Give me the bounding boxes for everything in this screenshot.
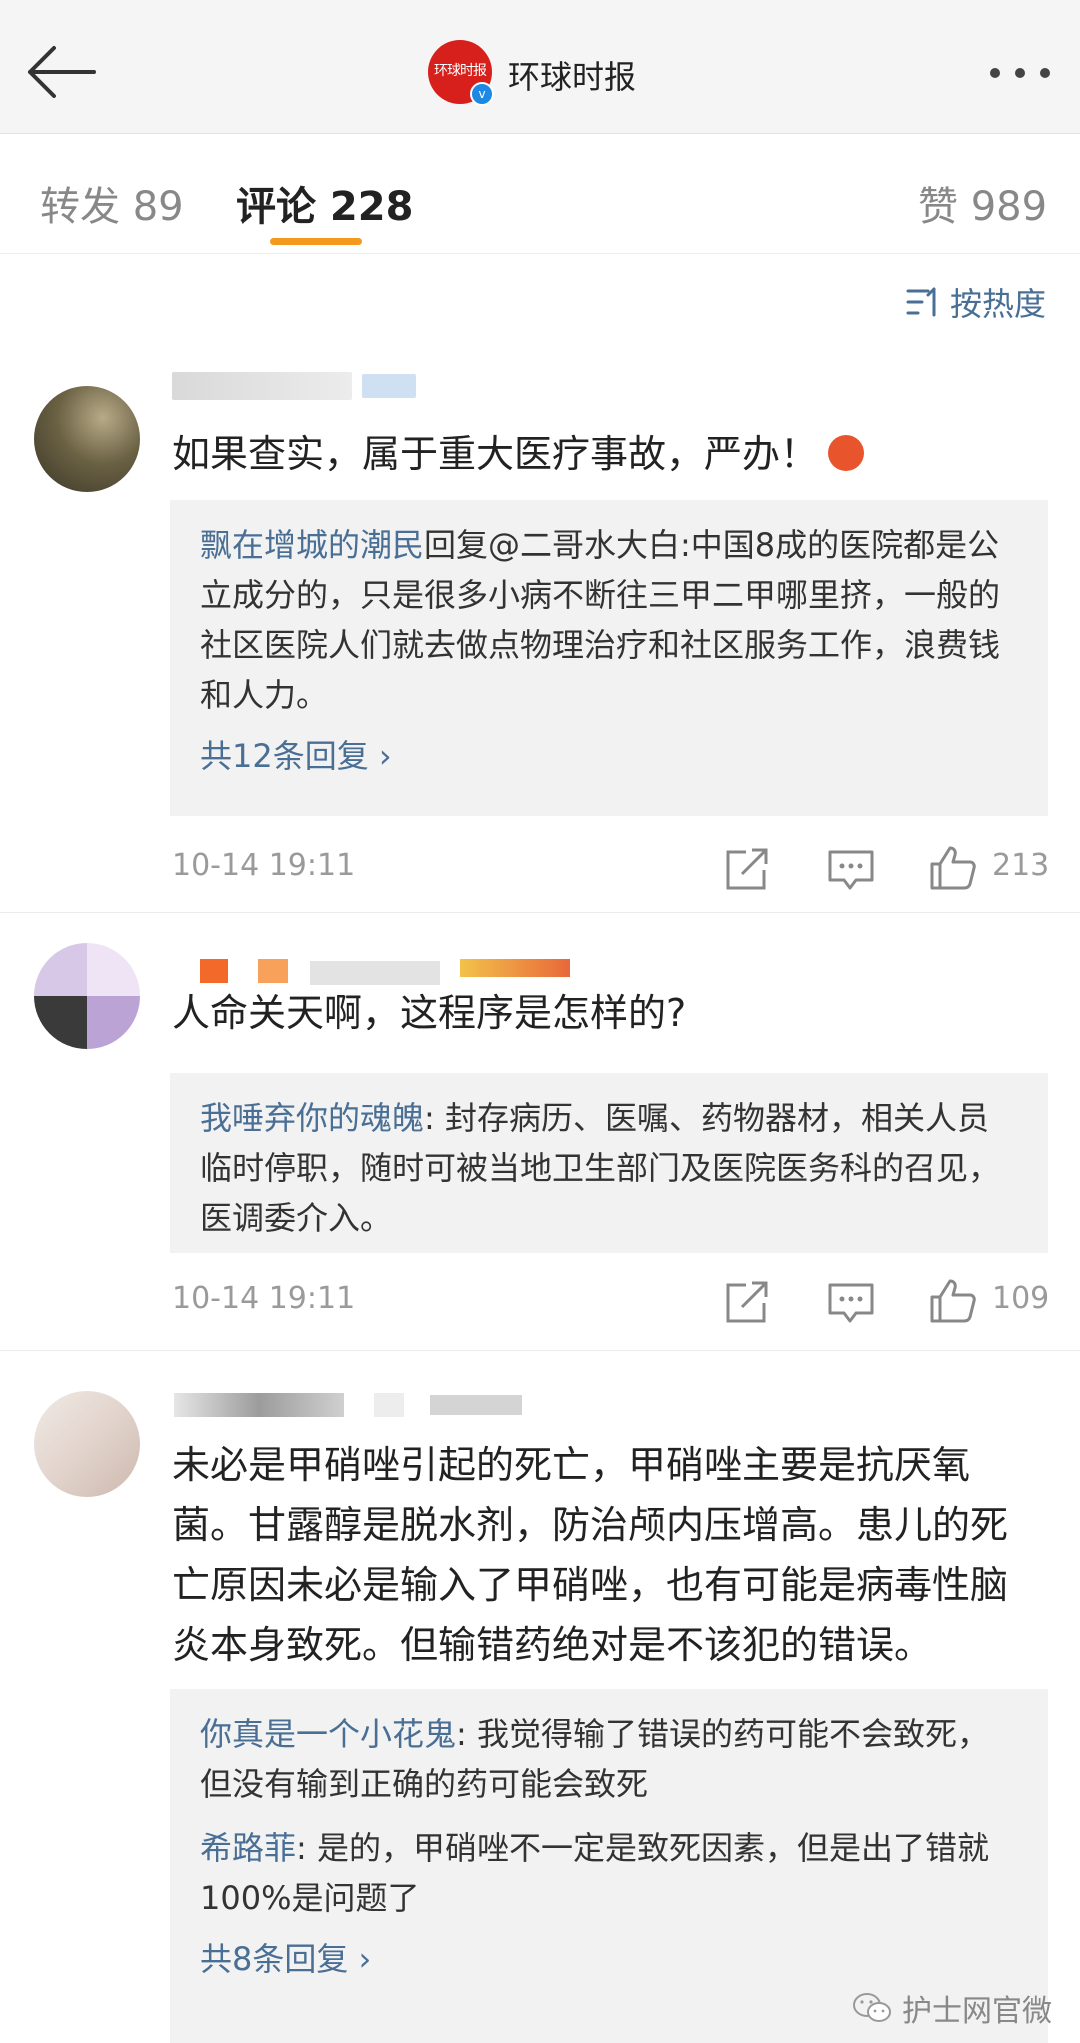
back-arrow-icon[interactable] [24, 42, 96, 102]
view-more-replies-link[interactable]: 共12条回复 › [200, 730, 392, 782]
repost-icon[interactable] [722, 1277, 772, 1327]
tab-likes[interactable]: 赞 989 [918, 174, 1047, 232]
reply-username[interactable]: 你真是一个小花鬼 [200, 1715, 456, 1753]
reply-item: 我唾弃你的魂魄: 封存病历、医嘱、药物器材，相关人员临时停职，随时可被当地卫生部… [200, 1093, 1020, 1243]
like-count: 213 [992, 848, 1050, 883]
like-count: 109 [992, 1281, 1050, 1316]
watermark: 护士网官微 [852, 1986, 1052, 2030]
reply-username[interactable]: 飘在增城的潮民 [200, 526, 424, 564]
comment-item: 人命关天啊，这程序是怎样的? 我唾弃你的魂魄: 封存病历、医嘱、药物器材，相关人… [0, 913, 1080, 1350]
commenter-name-redacted [430, 1395, 522, 1415]
sort-label: 按热度 [949, 285, 1046, 323]
comment-icon[interactable] [826, 1277, 876, 1327]
commenter-name-redacted[interactable] [174, 1393, 344, 1417]
comment-time: 10-14 19:11 [172, 1281, 356, 1316]
user-badge [362, 374, 416, 398]
tab-comments[interactable]: 评论 228 [236, 174, 413, 232]
commenter-name-redacted[interactable] [200, 959, 228, 983]
reply-item: 飘在增城的潮民回复@二哥水大白:中国8成的医院都是公立成分的，只是很多小病不断往… [200, 520, 1020, 720]
reply-username[interactable]: 希路菲 [200, 1829, 296, 1867]
sort-icon [906, 287, 936, 317]
reply-box[interactable]: 我唾弃你的魂魄: 封存病历、医嘱、药物器材，相关人员临时停职，随时可被当地卫生部… [170, 1073, 1048, 1253]
commenter-name-redacted [374, 1393, 404, 1417]
commenter-name-redacted [310, 961, 440, 985]
sort-by-hot-button[interactable]: 按热度 [906, 280, 1046, 324]
comment-item: 如果查实，属于重大医疗事故，严办！ 飘在增城的潮民回复@二哥水大白:中国8成的医… [0, 364, 1080, 912]
tab-bar: 转发 89 评论 228 赞 989 [0, 134, 1080, 254]
reply-username[interactable]: 我唾弃你的魂魄 [200, 1099, 424, 1137]
account-name[interactable]: 环球时报 [508, 52, 636, 98]
angry-emoji-icon [828, 435, 865, 471]
verified-badge-icon: v [470, 82, 494, 106]
reply-box[interactable]: 飘在增城的潮民回复@二哥水大白:中国8成的医院都是公立成分的，只是很多小病不断往… [170, 500, 1048, 816]
comment-text: 未必是甲硝唑引起的死亡，甲硝唑主要是抗厌氧菌。甘露醇是脱水剂，防治颅内压增高。患… [172, 1443, 1009, 1667]
user-badge [460, 959, 570, 977]
commenter-avatar[interactable] [34, 943, 140, 1049]
more-dots-icon[interactable] [985, 58, 1055, 88]
commenter-avatar[interactable] [34, 386, 140, 492]
comment-text: 如果查实，属于重大医疗事故，严办！ [172, 424, 1044, 484]
comment-item: 未必是甲硝唑引起的死亡，甲硝唑主要是抗厌氧菌。甘露醇是脱水剂，防治颅内压增高。患… [0, 1351, 1080, 2043]
view-more-replies-link[interactable]: 共8条回复 › [200, 1933, 371, 1985]
active-tab-indicator [270, 238, 362, 245]
commenter-name-redacted[interactable] [172, 372, 352, 400]
logo-text: 环球时报 [434, 63, 487, 79]
top-bar: 环球时报 v 环球时报 [0, 0, 1080, 134]
repost-icon[interactable] [722, 844, 772, 894]
reply-item: 你真是一个小花鬼: 我觉得输了错误的药可能不会致死，但没有输到正确的药可能会致死 [200, 1709, 1020, 1809]
watermark-text: 护士网官微 [902, 1994, 1052, 2029]
tab-reposts[interactable]: 转发 89 [40, 174, 184, 232]
comment-icon[interactable] [826, 844, 876, 894]
wechat-icon [853, 1993, 891, 2022]
comment-text: 人命关天啊，这程序是怎样的? [172, 991, 687, 1035]
comment-time: 10-14 19:11 [172, 848, 356, 883]
thumbs-up-icon[interactable] [928, 842, 978, 892]
reply-text: : 是的，甲硝唑不一定是致死因素，但是出了错就100%是问题了 [200, 1829, 989, 1917]
sort-row: 按热度 [0, 254, 1080, 364]
commenter-avatar[interactable] [34, 1391, 140, 1497]
commenter-name-redacted [258, 959, 288, 983]
thumbs-up-icon[interactable] [928, 1275, 978, 1325]
reply-item: 希路菲: 是的，甲硝唑不一定是致死因素，但是出了错就100%是问题了 [200, 1823, 1020, 1923]
